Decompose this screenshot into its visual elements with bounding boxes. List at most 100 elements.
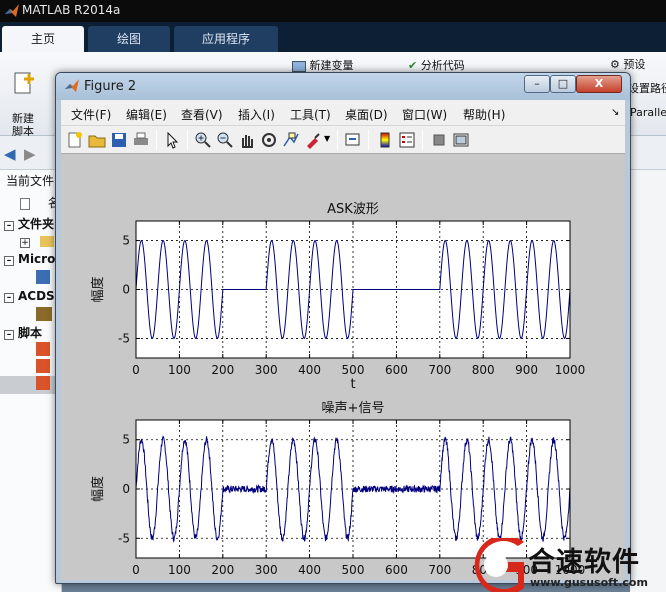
x-tick-label: 600: [385, 563, 408, 577]
new-script-label: 新建 脚本: [12, 112, 34, 138]
close-button[interactable]: X: [576, 75, 622, 93]
parallel-button[interactable]: Parallel: [630, 106, 666, 119]
rotate-icon[interactable]: [260, 131, 278, 149]
x-tick-label: 200: [211, 363, 234, 377]
plot-area: 0 100 200 300 400 500 600 700 800 900 1000 5 0 -5 ASK波…: [61, 154, 625, 580]
analyze-code-label: 分析代码: [420, 59, 465, 72]
set-path-label: 设置路径: [628, 82, 666, 95]
link-icon[interactable]: [344, 131, 362, 149]
brush-dropdown-icon[interactable]: ▼: [324, 134, 330, 143]
collapse-icon[interactable]: –: [4, 256, 14, 266]
matlab-titlebar: MATLAB R2014a: [0, 0, 666, 22]
ribbon-tabs: 主页 绘图 应用程序: [0, 22, 666, 52]
tree-item-label: ACDS: [18, 289, 55, 303]
data-cursor-icon[interactable]: [282, 131, 300, 149]
m-file-icon: [36, 342, 50, 356]
x-tick-label: 100: [168, 363, 191, 377]
preferences-button[interactable]: ⚙ 预设: [610, 58, 666, 71]
x-tick-label: 500: [342, 563, 365, 577]
brush-icon[interactable]: [304, 131, 322, 149]
tree-item-folder[interactable]: – 文件夹: [0, 215, 62, 233]
y-axis-label: 幅度: [90, 476, 106, 502]
forward-arrow-icon[interactable]: ▶: [24, 145, 36, 163]
show-tools-icon[interactable]: [452, 131, 470, 149]
tree-file-item-selected[interactable]: [0, 376, 62, 394]
x-tick-label: 1000: [555, 363, 586, 377]
collapse-icon[interactable]: –: [4, 330, 14, 340]
tab-plots[interactable]: 绘图: [88, 26, 170, 52]
colorbar-icon[interactable]: [376, 131, 394, 149]
new-script-button[interactable]: 新建 脚本: [6, 58, 40, 138]
collapse-icon[interactable]: –: [4, 221, 14, 231]
menu-desktop[interactable]: 桌面(D): [345, 106, 388, 123]
tab-apps[interactable]: 应用程序: [174, 26, 278, 52]
y-axis-label: 幅度: [90, 276, 106, 302]
expand-icon[interactable]: +: [20, 238, 30, 248]
parallel-label: Parallel: [630, 106, 666, 119]
current-folder-panel: 当前文件 名 – 文件夹 + – Micro – ACDS – 脚本: [0, 170, 62, 592]
tree-item-acds[interactable]: – ACDS: [0, 289, 62, 307]
x-tick-label: 400: [298, 563, 321, 577]
new-figure-icon[interactable]: [66, 131, 84, 149]
y-tick-label: 0: [122, 482, 130, 496]
x-axis-label: t: [350, 377, 355, 392]
figure-client-area: 文件(F) 编辑(E) 查看(V) 插入(I) 工具(T) 桌面(D) 窗口(W…: [61, 100, 625, 580]
menu-view[interactable]: 查看(V): [181, 106, 223, 123]
x-tick-label: 600: [385, 363, 408, 377]
x-tick-label: 400: [298, 363, 321, 377]
minimize-button[interactable]: –: [524, 75, 550, 93]
open-icon[interactable]: [88, 131, 106, 149]
menu-window[interactable]: 窗口(W): [402, 106, 447, 123]
hide-tools-icon[interactable]: [430, 131, 448, 149]
menu-file[interactable]: 文件(F): [71, 106, 111, 123]
word-doc-icon: [36, 270, 50, 284]
x-tick-label: 800: [472, 363, 495, 377]
back-arrow-icon[interactable]: ◀: [4, 145, 16, 163]
check-icon: ✔: [408, 59, 418, 72]
x-tick-label: 300: [255, 363, 278, 377]
x-tick-label: 100: [168, 563, 191, 577]
legend-icon[interactable]: [398, 131, 416, 149]
y-tick-label: 0: [122, 283, 130, 297]
x-tick-label: 700: [428, 363, 451, 377]
print-icon[interactable]: [132, 131, 150, 149]
pointer-icon[interactable]: [163, 131, 181, 149]
dock-arrow-icon[interactable]: ↘: [611, 107, 619, 118]
site-watermark: 合速软件 www.gususoft.com: [466, 538, 666, 592]
maximize-button[interactable]: □: [550, 75, 576, 93]
figure-plots: 0 100 200 300 400 500 600 700 800 900 100050-5ASK波…: [90, 202, 586, 577]
tree-item-micro[interactable]: – Micro: [0, 252, 62, 270]
zoom-out-icon[interactable]: [216, 131, 234, 149]
tree-item-label: 文件夹: [18, 217, 55, 231]
m-file-icon: [36, 376, 50, 390]
tree-item-scripts[interactable]: – 脚本: [0, 324, 62, 342]
analyze-code-button[interactable]: ✔ 分析代码: [408, 59, 488, 72]
x-tick-label: 500: [342, 363, 365, 377]
figure-titlebar[interactable]: Figure 2 – □ X: [56, 73, 630, 100]
tab-home[interactable]: 主页: [2, 26, 84, 52]
new-variable-icon: [292, 60, 306, 72]
set-path-button[interactable]: 设置路径: [628, 82, 666, 95]
collapse-icon[interactable]: –: [4, 293, 14, 303]
watermark-url: www.gususoft.com: [530, 576, 648, 589]
x-tick-label: 900: [515, 363, 538, 377]
y-tick-label: -5: [118, 331, 130, 345]
chart-title: ASK波形: [327, 202, 379, 217]
m-file-icon: [36, 359, 50, 373]
menu-edit[interactable]: 编辑(E): [126, 106, 167, 123]
folder-icon: [39, 236, 54, 247]
save-icon[interactable]: [110, 131, 128, 149]
menu-help[interactable]: 帮助(H): [463, 106, 505, 123]
x-tick-label: 300: [255, 563, 278, 577]
zoom-in-icon[interactable]: [194, 131, 212, 149]
new-variable-label: 新建变量: [309, 59, 354, 72]
x-tick-label: 0: [132, 563, 140, 577]
pan-icon[interactable]: [238, 131, 256, 149]
y-tick-label: 5: [122, 234, 130, 248]
menu-insert[interactable]: 插入(I): [238, 106, 275, 123]
menu-tools[interactable]: 工具(T): [290, 106, 331, 123]
watermark-brand: 合速软件: [528, 547, 640, 578]
y-tick-label: -5: [118, 531, 130, 545]
right-panel: [630, 170, 666, 592]
new-variable-button[interactable]: 新建变量: [292, 59, 372, 72]
